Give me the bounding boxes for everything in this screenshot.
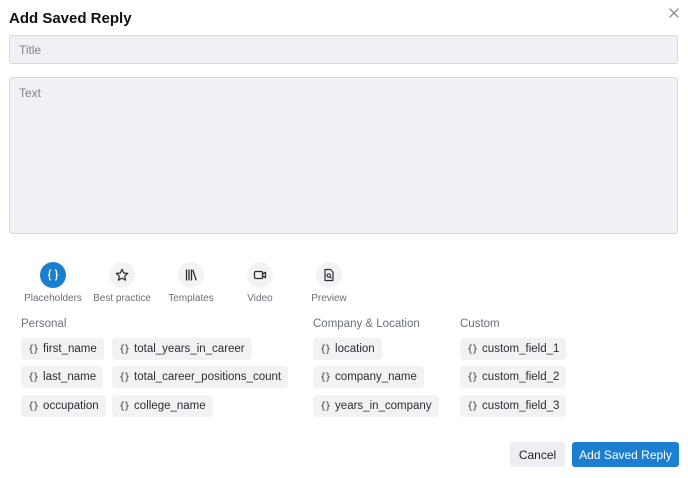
braces-icon: {}	[320, 400, 331, 412]
tool-preview[interactable]: Preview	[294, 262, 364, 304]
chip-label: first_name	[43, 343, 97, 355]
chip-label: company_name	[335, 371, 417, 383]
chip-label: last_name	[43, 371, 97, 383]
braces-icon: {}	[320, 343, 331, 355]
video-icon	[253, 270, 267, 280]
star-icon	[115, 268, 129, 281]
tool-video[interactable]: Video	[225, 262, 295, 304]
tool-best-practice[interactable]: Best practice	[87, 262, 157, 304]
chip-label: custom_field_1	[482, 343, 560, 355]
tool-placeholders[interactable]: Placeholders	[18, 262, 88, 304]
tool-label-preview: Preview	[311, 293, 347, 304]
braces-icon: {}	[28, 371, 39, 383]
add-saved-reply-button[interactable]: Add Saved Reply	[572, 442, 679, 467]
chip-label: college_name	[134, 400, 206, 412]
placeholder-chip-custom-field-1[interactable]: {} custom_field_1	[460, 338, 567, 360]
tool-label-placeholders: Placeholders	[24, 293, 82, 304]
cancel-button[interactable]: Cancel	[510, 442, 565, 467]
preview-icon	[324, 268, 334, 282]
placeholder-chip-last-name[interactable]: {} last_name	[21, 366, 104, 388]
braces-icon: {}	[28, 343, 39, 355]
tool-label-video: Video	[247, 293, 273, 304]
tool-templates[interactable]: Templates	[156, 262, 226, 304]
video-icon-circle	[247, 262, 273, 288]
braces-icon: {}	[119, 371, 130, 383]
chip-label: total_career_positions_count	[134, 371, 282, 383]
text-textarea[interactable]	[9, 77, 678, 234]
braces-icon: {}	[320, 371, 331, 383]
braces-icon: {}	[467, 343, 478, 355]
placeholder-chip-custom-field-2[interactable]: {} custom_field_2	[460, 366, 567, 388]
chip-label: custom_field_3	[482, 400, 560, 412]
chip-label: custom_field_2	[482, 371, 560, 383]
chip-label: location	[335, 343, 375, 355]
placeholder-chip-years-in-company[interactable]: {} years_in_company	[313, 395, 439, 417]
placeholder-chip-total-years-in-career[interactable]: {} total_years_in_career	[112, 338, 252, 360]
group-label-company-location: Company & Location	[313, 318, 420, 330]
braces-icon: {}	[28, 400, 39, 412]
braces-icon	[47, 269, 59, 281]
placeholder-chip-total-career-positions-count[interactable]: {} total_career_positions_count	[112, 366, 289, 388]
chip-label: total_years_in_career	[134, 343, 245, 355]
group-label-custom: Custom	[460, 318, 500, 330]
tool-label-best-practice: Best practice	[93, 293, 151, 304]
placeholder-chip-custom-field-3[interactable]: {} custom_field_3	[460, 395, 567, 417]
placeholder-chip-occupation[interactable]: {} occupation	[21, 395, 106, 417]
chip-label: years_in_company	[335, 400, 432, 412]
placeholder-chip-college-name[interactable]: {} college_name	[112, 395, 213, 417]
braces-icon: {}	[119, 400, 130, 412]
library-icon	[185, 269, 197, 281]
braces-icon: {}	[467, 400, 478, 412]
close-icon	[669, 8, 679, 18]
tool-label-templates: Templates	[168, 293, 214, 304]
best-practice-icon-circle	[109, 262, 135, 288]
close-button[interactable]	[665, 4, 683, 22]
placeholder-chip-location[interactable]: {} location	[313, 338, 382, 360]
placeholder-chip-first-name[interactable]: {} first_name	[21, 338, 104, 360]
placeholders-icon-circle	[40, 262, 66, 288]
chip-label: occupation	[43, 400, 99, 412]
title-input[interactable]	[9, 35, 678, 64]
group-label-personal: Personal	[21, 318, 67, 330]
placeholder-chip-company-name[interactable]: {} company_name	[313, 366, 424, 388]
braces-icon: {}	[467, 371, 478, 383]
dialog-title: Add Saved Reply	[9, 10, 132, 27]
braces-icon: {}	[119, 343, 130, 355]
preview-icon-circle	[316, 262, 342, 288]
templates-icon-circle	[178, 262, 204, 288]
